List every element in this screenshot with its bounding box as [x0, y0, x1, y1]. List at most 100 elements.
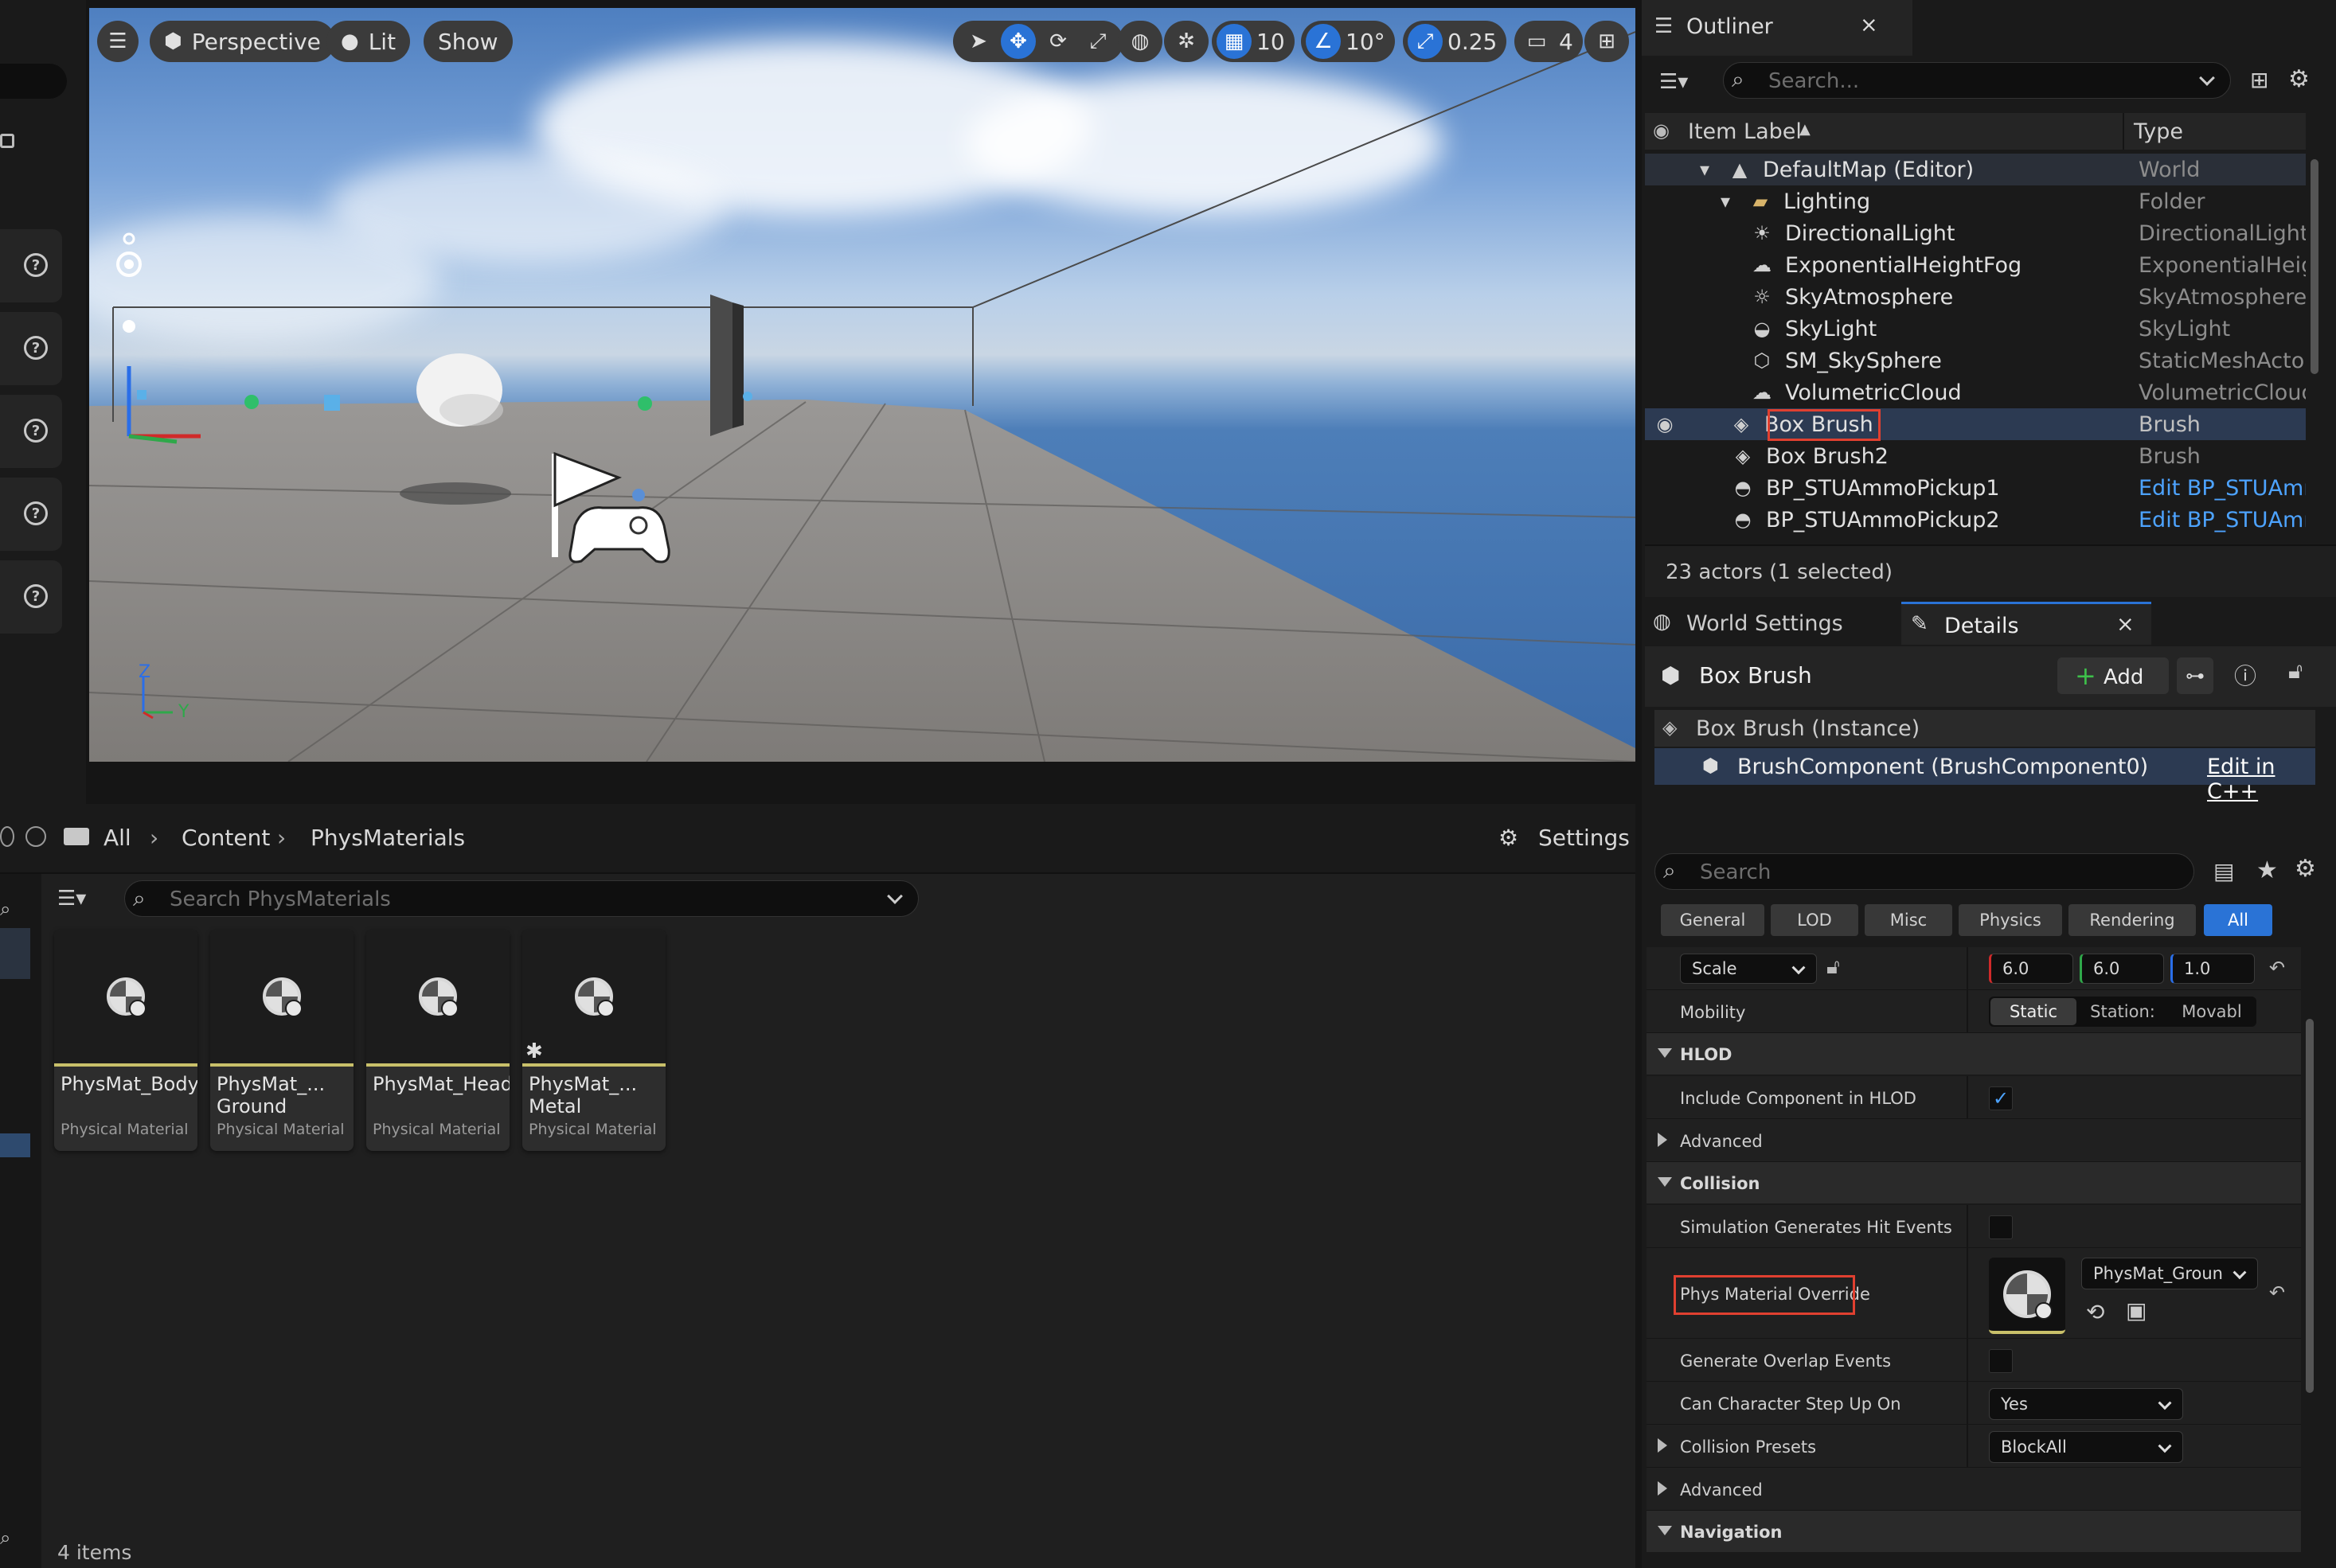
collapse-arrow-icon[interactable]: ▾: [1693, 158, 1717, 181]
mobility-static[interactable]: Static: [1990, 998, 2076, 1025]
mobility-movable[interactable]: Movabl: [2169, 998, 2255, 1025]
tree-row[interactable]: ◈ Box Brush2 Brush: [1645, 440, 2306, 472]
outliner-scrollbar[interactable]: [2311, 159, 2318, 374]
browse-folder-icon[interactable]: ▣: [2126, 1297, 2147, 1324]
add-component-button[interactable]: + Add: [2057, 657, 2169, 694]
sources-search-icon-bottom[interactable]: ⌕: [0, 1527, 10, 1549]
component-row-selected[interactable]: ⬢ BrushComponent (BrushComponent0) Edit …: [1654, 748, 2315, 804]
reset-arrow-icon[interactable]: ↶: [2269, 957, 2285, 979]
close-icon[interactable]: ×: [1860, 13, 1878, 37]
include-hlod-checkbox[interactable]: ✓: [1989, 1086, 2013, 1110]
asset-tile[interactable]: PhysMat_Body Physical Material: [54, 930, 197, 1151]
filter-tab-all[interactable]: All: [2204, 904, 2272, 936]
asset-tile[interactable]: PhysMat_Head Physical Material: [366, 930, 510, 1151]
asset-tile[interactable]: PhysMat_... Ground Physical Material: [210, 930, 354, 1151]
show-button[interactable]: Show: [424, 21, 513, 62]
help-button-4[interactable]: ?: [0, 478, 62, 551]
filter-tab-general[interactable]: General: [1661, 904, 1764, 936]
visibility-eye-icon[interactable]: ◉: [1653, 412, 1677, 436]
details-scrollbar[interactable]: [2306, 1019, 2314, 1393]
scale-tool-icon[interactable]: ⤢: [1080, 24, 1115, 59]
filter-tab-misc[interactable]: Misc: [1865, 904, 1952, 936]
collision-presets-row[interactable]: Collision Presets BlockAll: [1647, 1425, 2301, 1468]
close-icon[interactable]: ×: [2116, 612, 2135, 637]
sources-folder-row[interactable]: [0, 1133, 30, 1157]
table-view-icon[interactable]: ▤: [2213, 858, 2234, 884]
grid-snap-control[interactable]: ▦ 10: [1212, 21, 1295, 62]
section-collision[interactable]: Collision: [1647, 1162, 2301, 1203]
help-button-3[interactable]: ?: [0, 395, 62, 468]
tree-row[interactable]: ☁ VolumetricCloud VolumetricCloud: [1645, 376, 2306, 408]
forward-nav-icon[interactable]: [25, 826, 46, 847]
gear-icon[interactable]: ⚙: [2295, 855, 2316, 883]
advanced-row-2[interactable]: Advanced: [1647, 1468, 2301, 1511]
lit-button[interactable]: ● Lit: [326, 21, 411, 62]
overlap-events-checkbox[interactable]: [1989, 1349, 2013, 1373]
level-viewport[interactable]: Z Y ☰ ⬢ Perspective ● Lit Show ➤ ✥ ⟳ ⤢ ◍…: [89, 8, 1635, 762]
tree-row[interactable]: ⬡ SM_SkySphere StaticMeshActor: [1645, 345, 2306, 376]
back-nav-icon[interactable]: [0, 826, 14, 847]
scale-snap-control[interactable]: ⤢ 0.25: [1403, 21, 1507, 62]
help-icon[interactable]: ⓘ: [2234, 659, 2256, 691]
rotation-snap-control[interactable]: ∠ 10°: [1301, 21, 1395, 62]
tree-row[interactable]: ◓ BP_STUAmmoPickup2 Edit BP_STUAmn: [1645, 504, 2306, 536]
viewport-menu-button[interactable]: ☰: [97, 21, 139, 62]
help-button-5[interactable]: ?: [0, 560, 62, 634]
outliner-tab[interactable]: ☰ Outliner ×: [1642, 0, 1912, 56]
left-search-field[interactable]: [0, 64, 67, 99]
rotate-tool-icon[interactable]: ⟳: [1041, 24, 1076, 59]
use-selected-arrow-icon[interactable]: ⟲: [2086, 1299, 2104, 1325]
cb-filter-icon[interactable]: ☰▾: [57, 887, 86, 911]
crumb-physmaterials[interactable]: PhysMaterials: [311, 825, 465, 851]
advanced-row[interactable]: Advanced: [1647, 1119, 2301, 1162]
sim-hit-events-checkbox[interactable]: [1989, 1215, 2013, 1239]
actor-name[interactable]: Box Brush: [1699, 662, 1812, 688]
world-local-toggle[interactable]: ◍: [1118, 21, 1162, 62]
help-button-1[interactable]: ?: [0, 229, 62, 302]
lock-icon[interactable]: 🔓︎: [2288, 657, 2303, 685]
sources-selected-row[interactable]: [0, 928, 30, 979]
layers-icon[interactable]: [0, 127, 19, 159]
section-hlod[interactable]: HLOD: [1647, 1033, 2301, 1075]
help-button-2[interactable]: ?: [0, 312, 62, 385]
unlock-icon[interactable]: 🔓︎: [1826, 955, 1840, 980]
crumb-all[interactable]: All: [104, 825, 131, 851]
tree-row[interactable]: ☁ ExponentialHeightFog ExponentialHeigh: [1645, 249, 2306, 281]
asset-tile[interactable]: ✱ PhysMat_... Metal Physical Material: [522, 930, 666, 1151]
perspective-button[interactable]: ⬢ Perspective: [150, 21, 335, 62]
camera-speed-control[interactable]: ▭ 4: [1514, 21, 1583, 62]
edit-in-cpp-link[interactable]: Edit in C++: [2207, 755, 2315, 804]
viewport-layout-button[interactable]: ⊞: [1584, 21, 1629, 62]
filter-tab-rendering[interactable]: Rendering: [2068, 904, 2196, 936]
mobility-stationary[interactable]: Station:: [2080, 998, 2166, 1025]
col-item-label[interactable]: Item Label: [1688, 119, 1802, 144]
step-up-dropdown[interactable]: Yes: [1989, 1388, 2183, 1420]
collision-presets-dropdown[interactable]: BlockAll: [1989, 1431, 2183, 1463]
scale-z-field[interactable]: 1.0: [2170, 954, 2255, 984]
phys-material-thumbnail[interactable]: [1989, 1258, 2065, 1334]
gear-icon[interactable]: ⚙: [2288, 65, 2310, 93]
crumb-content[interactable]: Content: [182, 825, 270, 851]
edit-blueprint-link[interactable]: Edit BP_STUAmn: [2139, 508, 2306, 532]
scale-y-field[interactable]: 6.0: [2080, 954, 2164, 984]
reset-arrow-icon[interactable]: ↶: [2269, 1281, 2285, 1304]
tree-row-selected[interactable]: ◉ ◈ Box Brush Brush: [1645, 408, 2306, 440]
instance-row[interactable]: ◈ Box Brush (Instance): [1654, 710, 2315, 747]
sources-search-icon[interactable]: ⌕: [0, 898, 10, 920]
scale-dropdown[interactable]: Scale: [1680, 954, 1817, 984]
filter-tab-physics[interactable]: Physics: [1959, 904, 2062, 936]
blueprint-convert-icon[interactable]: ⊶: [2177, 657, 2213, 694]
visibility-eye-icon[interactable]: ◉: [1653, 119, 1670, 142]
tab-details[interactable]: ✎ Details ×: [1901, 602, 2151, 645]
cb-gear-icon[interactable]: ⚙: [1498, 825, 1518, 851]
tree-row[interactable]: ☼ SkyAtmosphere SkyAtmosphere: [1645, 281, 2306, 313]
collapse-arrow-icon[interactable]: ▾: [1713, 189, 1737, 213]
phys-material-dropdown[interactable]: PhysMat_Groun: [2081, 1258, 2258, 1289]
tree-row[interactable]: ▾ ▰ Lighting Folder: [1645, 185, 2306, 217]
tab-world-settings[interactable]: ◍ World Settings: [1645, 602, 1900, 645]
col-type[interactable]: Type: [2134, 119, 2183, 144]
add-folder-icon[interactable]: ⊞: [2250, 67, 2268, 93]
outliner-search-input[interactable]: ⌕ Search...: [1723, 62, 2231, 99]
edit-blueprint-link[interactable]: Edit BP_STUAmn: [2139, 476, 2306, 501]
surface-snap-toggle[interactable]: ✲: [1164, 21, 1209, 62]
